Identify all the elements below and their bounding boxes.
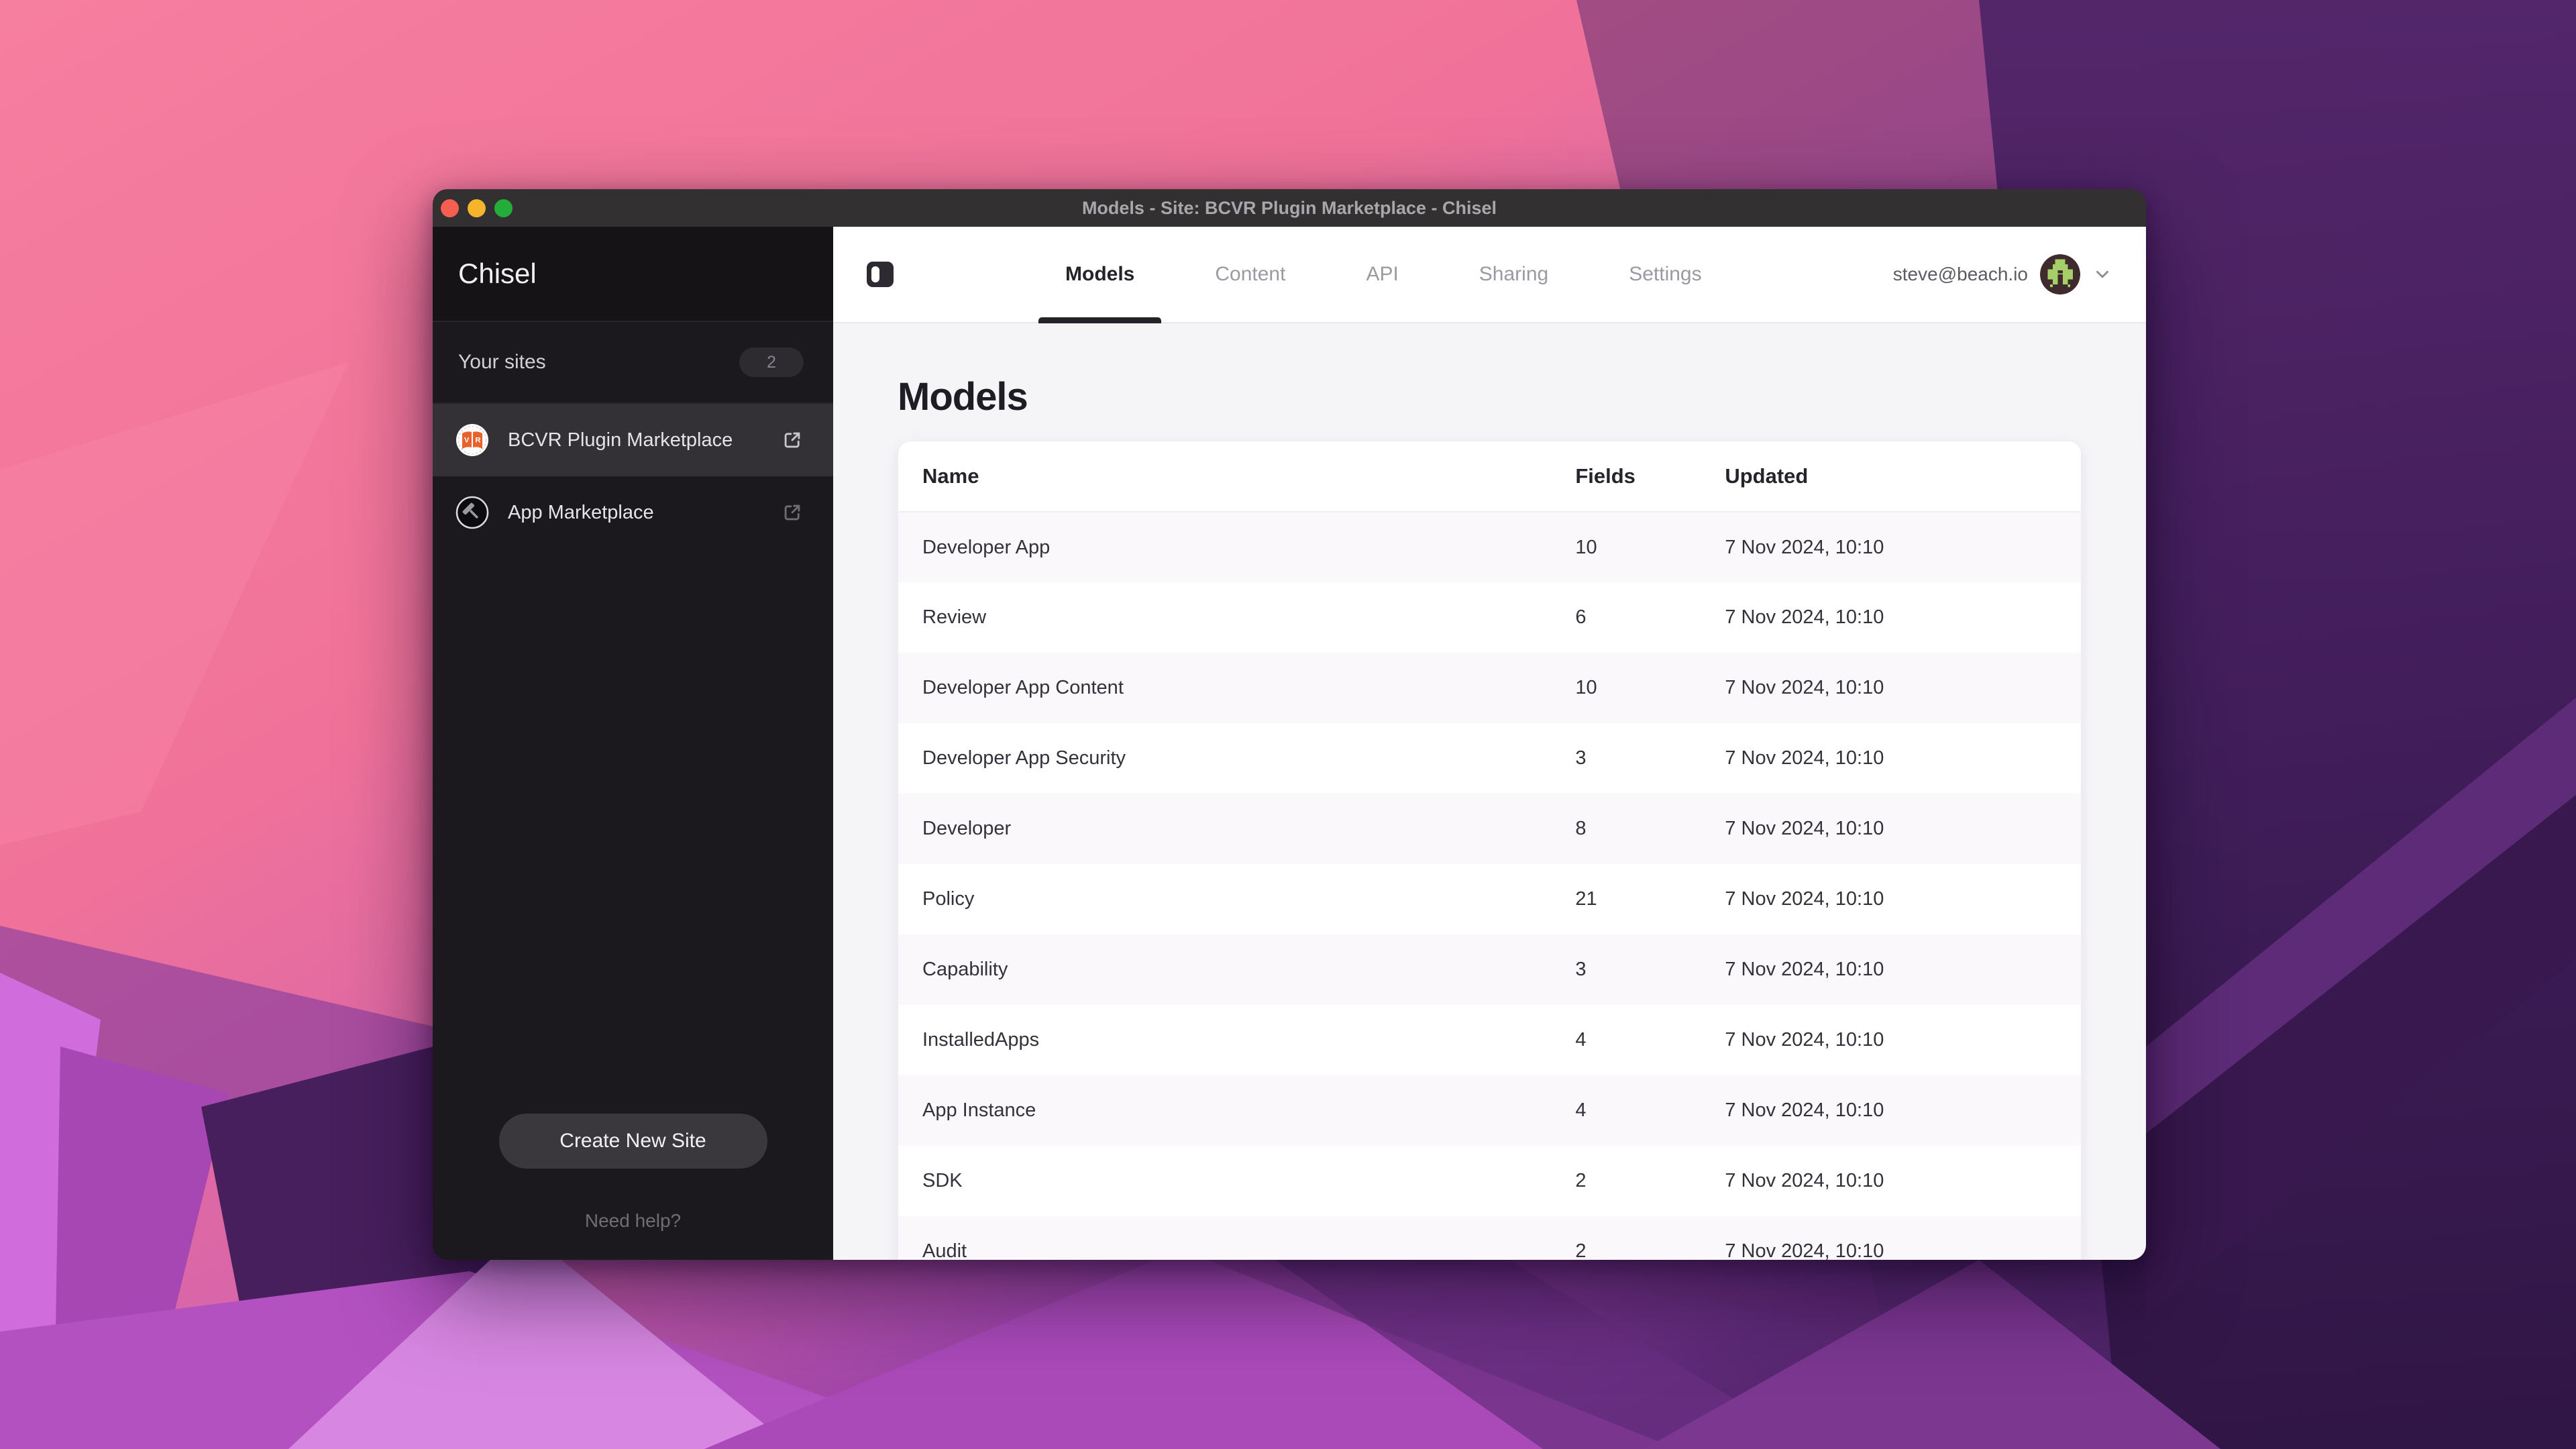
sidebar: Chisel Your sites 2 VR BCVR Plugin Market…	[433, 227, 833, 1260]
table-row[interactable]: Policy217 Nov 2024, 10:10	[898, 864, 2081, 934]
models-table-card: NameFieldsUpdated Developer App107 Nov 2…	[898, 441, 2082, 1260]
table-row[interactable]: SDK27 Nov 2024, 10:10	[898, 1146, 2081, 1216]
traffic-lights	[441, 189, 513, 227]
window-titlebar: Models - Site: BCVR Plugin Marketplace -…	[433, 189, 2146, 227]
site-list: VR BCVR Plugin Marketplace App Marketplace	[433, 404, 833, 549]
cell-fields: 10	[1575, 653, 1725, 723]
cell-name: SDK	[898, 1146, 1575, 1216]
cell-fields: 4	[1575, 1005, 1725, 1075]
tab-settings[interactable]: Settings	[1602, 227, 1728, 322]
tab-models[interactable]: Models	[1038, 227, 1161, 322]
cell-updated: 7 Nov 2024, 10:10	[1725, 723, 2081, 794]
your-sites-header: Your sites 2	[433, 322, 833, 404]
svg-text:V: V	[464, 437, 470, 445]
minimize-button[interactable]	[468, 199, 486, 217]
svg-text:R: R	[476, 437, 481, 445]
user-menu[interactable]: steve@beach.io	[1893, 254, 2112, 294]
cell-fields: 6	[1575, 582, 1725, 653]
app-window: Models - Site: BCVR Plugin Marketplace -…	[433, 189, 2146, 1260]
table-row[interactable]: Developer App Content107 Nov 2024, 10:10	[898, 653, 2081, 723]
cell-fields: 21	[1575, 864, 1725, 934]
table-header-row: NameFieldsUpdated	[898, 441, 2081, 512]
table-row[interactable]: Developer App Security37 Nov 2024, 10:10	[898, 723, 2081, 794]
tab-bar: Models Content API Sharing Settings	[1038, 227, 1729, 322]
page-title: Models	[898, 374, 2082, 419]
tab-api[interactable]: API	[1339, 227, 1425, 322]
app-logo-title: Chisel	[433, 227, 833, 322]
top-nav-bar: Models Content API Sharing Settings steve@be…	[833, 227, 2146, 323]
table-row[interactable]: Developer87 Nov 2024, 10:10	[898, 794, 2081, 864]
cell-updated: 7 Nov 2024, 10:10	[1725, 1216, 2081, 1260]
external-link-icon[interactable]	[781, 501, 804, 524]
table-row[interactable]: Developer App107 Nov 2024, 10:10	[898, 512, 2081, 582]
sidebar-site-row[interactable]: VR BCVR Plugin Marketplace	[433, 404, 833, 476]
cell-updated: 7 Nov 2024, 10:10	[1725, 1075, 2081, 1146]
column-header-name: Name	[898, 441, 1575, 512]
vr-book-site-icon: VR	[455, 423, 489, 457]
table-row[interactable]: Capability37 Nov 2024, 10:10	[898, 934, 2081, 1005]
cell-name: Audit	[898, 1216, 1575, 1260]
site-name: App Marketplace	[508, 502, 762, 524]
column-header-fields: Fields	[1575, 441, 1725, 512]
cell-updated: 7 Nov 2024, 10:10	[1725, 1146, 2081, 1216]
window-body: Chisel Your sites 2 VR BCVR Plugin Market…	[433, 227, 2146, 1260]
chevron-down-icon	[2092, 264, 2112, 284]
cell-fields: 4	[1575, 1075, 1725, 1146]
cell-name: Capability	[898, 934, 1575, 1005]
cell-name: App Instance	[898, 1075, 1575, 1146]
cell-updated: 7 Nov 2024, 10:10	[1725, 794, 2081, 864]
table-row[interactable]: Audit27 Nov 2024, 10:10	[898, 1216, 2081, 1260]
cell-fields: 10	[1575, 512, 1725, 582]
cell-updated: 7 Nov 2024, 10:10	[1725, 653, 2081, 723]
cell-name: Policy	[898, 864, 1575, 934]
avatar-pixel-creature	[2040, 254, 2080, 294]
cell-fields: 3	[1575, 934, 1725, 1005]
cell-fields: 2	[1575, 1216, 1725, 1260]
models-table: NameFieldsUpdated Developer App107 Nov 2…	[898, 441, 2081, 1260]
main-panel: Models Content API Sharing Settings steve@be…	[833, 227, 2146, 1260]
external-link-icon[interactable]	[781, 429, 804, 451]
cell-fields: 8	[1575, 794, 1725, 864]
sidebar-footer: Create New Site Need help?	[433, 1114, 833, 1260]
close-button[interactable]	[441, 199, 459, 217]
table-body: Developer App107 Nov 2024, 10:10Review67…	[898, 512, 2081, 1260]
tab-sharing[interactable]: Sharing	[1452, 227, 1575, 322]
cell-name: Review	[898, 582, 1575, 653]
cell-updated: 7 Nov 2024, 10:10	[1725, 934, 2081, 1005]
sites-count-badge: 2	[739, 347, 804, 377]
table-row[interactable]: Review67 Nov 2024, 10:10	[898, 582, 2081, 653]
user-email: steve@beach.io	[1893, 264, 2028, 285]
your-sites-label: Your sites	[458, 351, 546, 374]
zoom-button[interactable]	[494, 199, 513, 217]
cell-fields: 2	[1575, 1146, 1725, 1216]
window-title: Models - Site: BCVR Plugin Marketplace -…	[1082, 198, 1497, 219]
create-new-site-button[interactable]: Create New Site	[499, 1114, 767, 1169]
cell-updated: 7 Nov 2024, 10:10	[1725, 1005, 2081, 1075]
cell-updated: 7 Nov 2024, 10:10	[1725, 582, 2081, 653]
panel-left-icon[interactable]	[867, 262, 894, 287]
site-name: BCVR Plugin Marketplace	[508, 429, 762, 451]
cell-fields: 3	[1575, 723, 1725, 794]
cell-name: Developer App Content	[898, 653, 1575, 723]
need-help-link[interactable]: Need help?	[585, 1210, 681, 1232]
cell-updated: 7 Nov 2024, 10:10	[1725, 512, 2081, 582]
table-row[interactable]: InstalledApps47 Nov 2024, 10:10	[898, 1005, 2081, 1075]
cell-name: Developer App Security	[898, 723, 1575, 794]
column-header-updated: Updated	[1725, 441, 2081, 512]
sidebar-site-row[interactable]: App Marketplace	[433, 476, 833, 549]
cell-name: Developer	[898, 794, 1575, 864]
tab-content[interactable]: Content	[1188, 227, 1312, 322]
cell-name: InstalledApps	[898, 1005, 1575, 1075]
cell-name: Developer App	[898, 512, 1575, 582]
cell-updated: 7 Nov 2024, 10:10	[1725, 864, 2081, 934]
table-row[interactable]: App Instance47 Nov 2024, 10:10	[898, 1075, 2081, 1146]
hammer-site-icon	[455, 496, 489, 529]
page-content: Models NameFieldsUpdated Developer App10…	[833, 323, 2146, 1260]
